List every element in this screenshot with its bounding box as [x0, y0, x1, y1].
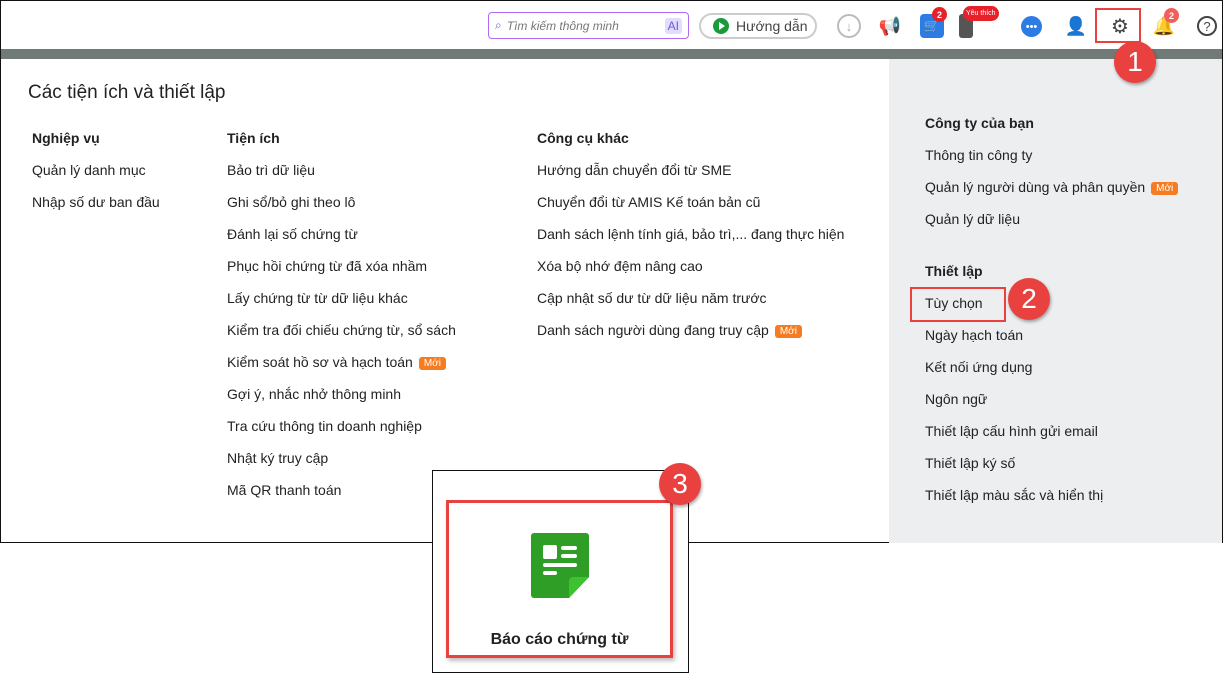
menu-item[interactable]: Xóa bộ nhớ đệm nâng cao: [537, 258, 844, 290]
favorite-badge: Yêu thích: [963, 6, 999, 21]
column-heading: Công cụ khác: [537, 130, 629, 146]
column-tien-ich: Tiện ích Bảo trì dữ liệu Ghi sổ/bỏ ghi t…: [227, 130, 456, 514]
guide-button[interactable]: Hướng dẫn: [699, 13, 817, 39]
column-heading: Tiện ích: [227, 130, 280, 146]
menu-item[interactable]: Ghi sổ/bỏ ghi theo lô: [227, 194, 456, 226]
panel-title: Các tiện ích và thiết lập: [28, 82, 226, 103]
notification-badge: 2: [1164, 8, 1179, 23]
menu-item[interactable]: Quản lý dữ liệu: [925, 211, 1178, 243]
play-icon: [713, 18, 729, 34]
menu-item[interactable]: Nhật ký truy cập: [227, 450, 456, 482]
menu-item[interactable]: Chuyển đổi từ AMIS Kế toán bản cũ: [537, 194, 844, 226]
highlight-settings: [1095, 8, 1141, 43]
ai-badge: AI: [664, 17, 682, 34]
add-user-icon[interactable]: 👤: [1064, 14, 1088, 38]
smart-search-input[interactable]: ⌕ Tìm kiếm thông minh AI: [488, 12, 689, 39]
menu-item[interactable]: Đánh lại số chứng từ: [227, 226, 456, 258]
voucher-report-card[interactable]: Báo cáo chứng từ: [446, 500, 673, 658]
menu-item[interactable]: Phục hồi chứng từ đã xóa nhầm: [227, 258, 456, 290]
menu-item[interactable]: Tra cứu thông tin doanh nghiệp: [227, 418, 456, 450]
menu-item[interactable]: Lấy chứng từ từ dữ liệu khác: [227, 290, 456, 322]
menu-item[interactable]: Quản lý người dùng và phân quyền Mới: [925, 179, 1179, 211]
toolbar-strip: [1, 49, 1222, 59]
menu-item[interactable]: Hướng dẫn chuyển đổi từ SME: [537, 162, 844, 194]
document-report-icon: [531, 533, 589, 598]
menu-item-label: Danh sách người dùng đang truy cập: [537, 322, 769, 338]
menu-item[interactable]: Thiết lập ký số: [925, 455, 1103, 487]
new-badge: Mới: [418, 357, 446, 370]
menu-item[interactable]: Thiết lập màu sắc và hiển thị: [925, 487, 1103, 519]
menu-item[interactable]: Gợi ý, nhắc nhở thông minh: [227, 386, 456, 418]
card-label: Báo cáo chứng từ: [490, 631, 629, 648]
menu-item[interactable]: Danh sách người dùng đang truy cập Mới: [537, 322, 844, 354]
help-icon[interactable]: ?: [1197, 16, 1217, 36]
ai-search-icon: ⌕: [495, 18, 502, 32]
column-cong-ty: Công ty của bạn Thông tin công ty Quản l…: [925, 115, 1179, 243]
cart-badge: 2: [932, 7, 947, 22]
download-icon[interactable]: ↓: [837, 14, 861, 38]
new-badge: Mới: [774, 325, 802, 338]
step-marker-1: 1: [1114, 41, 1156, 83]
menu-item[interactable]: Kết nối ứng dụng: [925, 359, 1103, 391]
highlight-tuy-chon: [910, 287, 1006, 322]
step-marker-2: 2: [1008, 278, 1050, 320]
menu-item[interactable]: Mã QR thanh toán: [227, 482, 456, 514]
column-heading: Công ty của bạn: [925, 115, 1034, 131]
chat-icon[interactable]: •••: [1021, 16, 1042, 37]
new-badge: Mới: [1151, 182, 1179, 195]
column-heading: Nghiệp vụ: [32, 130, 100, 146]
guide-label: Hướng dẫn: [736, 18, 808, 34]
menu-item[interactable]: Danh sách lệnh tính giá, bảo trì,... đan…: [537, 226, 844, 258]
menu-item[interactable]: Kiểm tra đối chiếu chứng từ, sổ sách: [227, 322, 456, 354]
column-nghiep-vu: Nghiệp vụ Quản lý danh mục Nhập số dư ba…: [32, 130, 160, 226]
column-cong-cu-khac: Công cụ khác Hướng dẫn chuyển đổi từ SME…: [537, 130, 844, 354]
menu-item-label: Kiểm soát hồ sơ và hạch toán: [227, 354, 413, 370]
menu-item-label: Quản lý người dùng và phân quyền: [925, 179, 1146, 195]
menu-item[interactable]: Ngôn ngữ: [925, 391, 1103, 423]
top-bar: ⌕ Tìm kiếm thông minh AI Hướng dẫn ↓ 📢 🛒…: [1, 1, 1222, 49]
menu-item[interactable]: Thiết lập cấu hình gửi email: [925, 423, 1103, 455]
menu-item[interactable]: Quản lý danh mục: [32, 162, 160, 194]
app-window: ⌕ Tìm kiếm thông minh AI Hướng dẫn ↓ 📢 🛒…: [0, 0, 1223, 543]
search-placeholder: Tìm kiếm thông minh: [506, 18, 619, 33]
menu-item[interactable]: Kiểm soát hồ sơ và hạch toán Mới: [227, 354, 456, 386]
megaphone-icon[interactable]: 📢: [878, 14, 902, 38]
menu-item[interactable]: Thông tin công ty: [925, 147, 1178, 179]
step-marker-3: 3: [659, 463, 701, 505]
menu-item[interactable]: Ngày hạch toán: [925, 327, 1103, 359]
menu-item[interactable]: Nhập số dư ban đầu: [32, 194, 160, 226]
menu-item[interactable]: Cập nhật số dư từ dữ liệu năm trước: [537, 290, 844, 322]
menu-item[interactable]: Bảo trì dữ liệu: [227, 162, 456, 194]
